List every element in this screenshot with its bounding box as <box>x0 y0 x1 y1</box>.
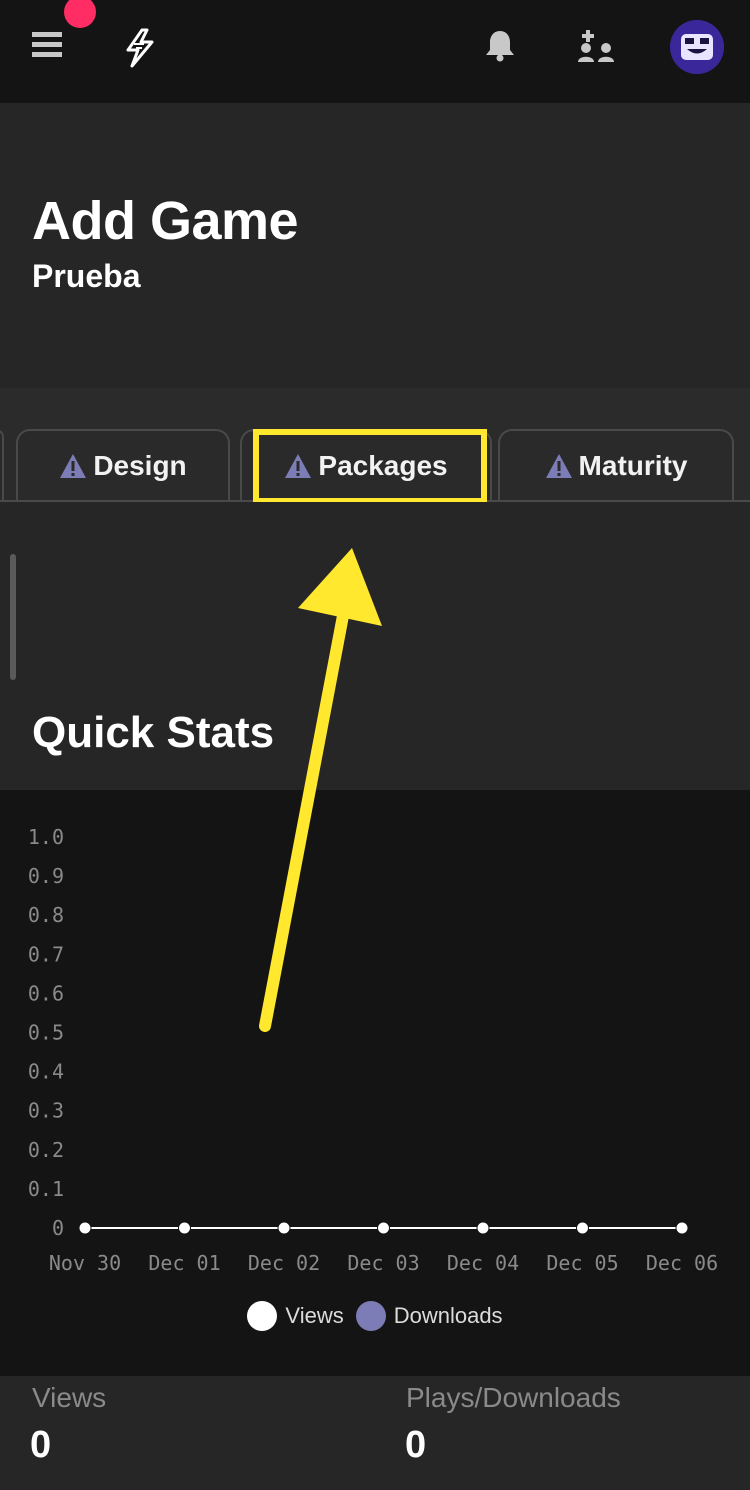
avatar-icon <box>670 20 724 74</box>
y-tick-label: 0.4 <box>28 1060 64 1084</box>
page-subtitle: Prueba <box>32 258 141 294</box>
y-tick-label: 0 <box>52 1216 64 1240</box>
legend-item-downloads[interactable]: Downloads <box>355 1301 503 1331</box>
data-point[interactable] <box>277 1221 291 1235</box>
page-title: Add Game <box>32 191 299 251</box>
logo-icon[interactable] <box>120 28 160 68</box>
friends-icon[interactable] <box>576 28 616 64</box>
views-stat-value: 0 <box>30 1424 52 1466</box>
data-point[interactable] <box>576 1221 589 1235</box>
y-tick-label: 0.2 <box>28 1138 64 1162</box>
legend-label: Views <box>285 1303 344 1328</box>
stats-chart: 0 0.1 0.2 0.3 0.4 0.5 0.6 0.7 0.8 0.9 1.0 Nov 30 Dec… <box>28 825 718 1275</box>
y-tick-label: 0.6 <box>28 981 64 1005</box>
x-tick-label: Dec 03 <box>347 1251 419 1275</box>
legend-label: Downloads <box>393 1303 503 1328</box>
data-point[interactable] <box>377 1221 390 1235</box>
x-tick-label: Dec 04 <box>447 1251 519 1275</box>
x-tick-label: Dec 01 <box>148 1251 220 1275</box>
data-point[interactable] <box>78 1221 92 1235</box>
legend-swatch <box>247 1301 278 1331</box>
x-tick-label: Dec 05 <box>546 1251 618 1275</box>
plays-stat-value: 0 <box>405 1424 427 1466</box>
y-tick-label: 0.5 <box>28 1021 64 1045</box>
data-point[interactable] <box>675 1221 689 1235</box>
y-tick-label: 1.0 <box>28 825 64 849</box>
menu-icon[interactable] <box>32 30 64 60</box>
bell-icon[interactable] <box>484 28 516 62</box>
notification-dot <box>64 0 96 28</box>
chart-legend: Views Downloads <box>0 1296 750 1336</box>
warning-icon <box>60 454 87 478</box>
tab-maturity[interactable]: Maturity <box>498 429 734 501</box>
tab-partial[interactable] <box>0 429 4 501</box>
y-tick-label: 0.1 <box>28 1177 64 1201</box>
y-tick-label: 0.8 <box>28 903 64 927</box>
x-tick-label: Dec 06 <box>646 1251 718 1275</box>
highlight-box <box>253 429 487 504</box>
stats-bar: Views 0 Plays/Downloads 0 <box>0 1376 750 1490</box>
tab-design[interactable]: Design <box>16 429 230 501</box>
scroll-handle[interactable] <box>10 554 16 680</box>
tab-label: Maturity <box>578 450 688 481</box>
y-tick-label: 0.3 <box>28 1099 64 1123</box>
data-point[interactable] <box>476 1221 490 1235</box>
plays-stat-label: Plays/Downloads <box>406 1382 621 1413</box>
warning-icon <box>545 454 572 478</box>
views-stat-label: Views <box>32 1382 107 1413</box>
top-bar <box>0 0 750 103</box>
y-tick-label: 0.7 <box>28 942 64 966</box>
avatar[interactable] <box>670 20 724 74</box>
legend-item-views[interactable]: Views <box>247 1301 344 1331</box>
data-point[interactable] <box>178 1221 191 1235</box>
tab-label: Design <box>93 450 187 481</box>
x-tick-label: Nov 30 <box>49 1251 121 1275</box>
section-title-quick-stats: Quick Stats <box>32 708 275 757</box>
y-tick-label: 0.9 <box>28 864 64 888</box>
legend-swatch <box>355 1301 386 1331</box>
x-tick-label: Dec 02 <box>248 1251 320 1275</box>
